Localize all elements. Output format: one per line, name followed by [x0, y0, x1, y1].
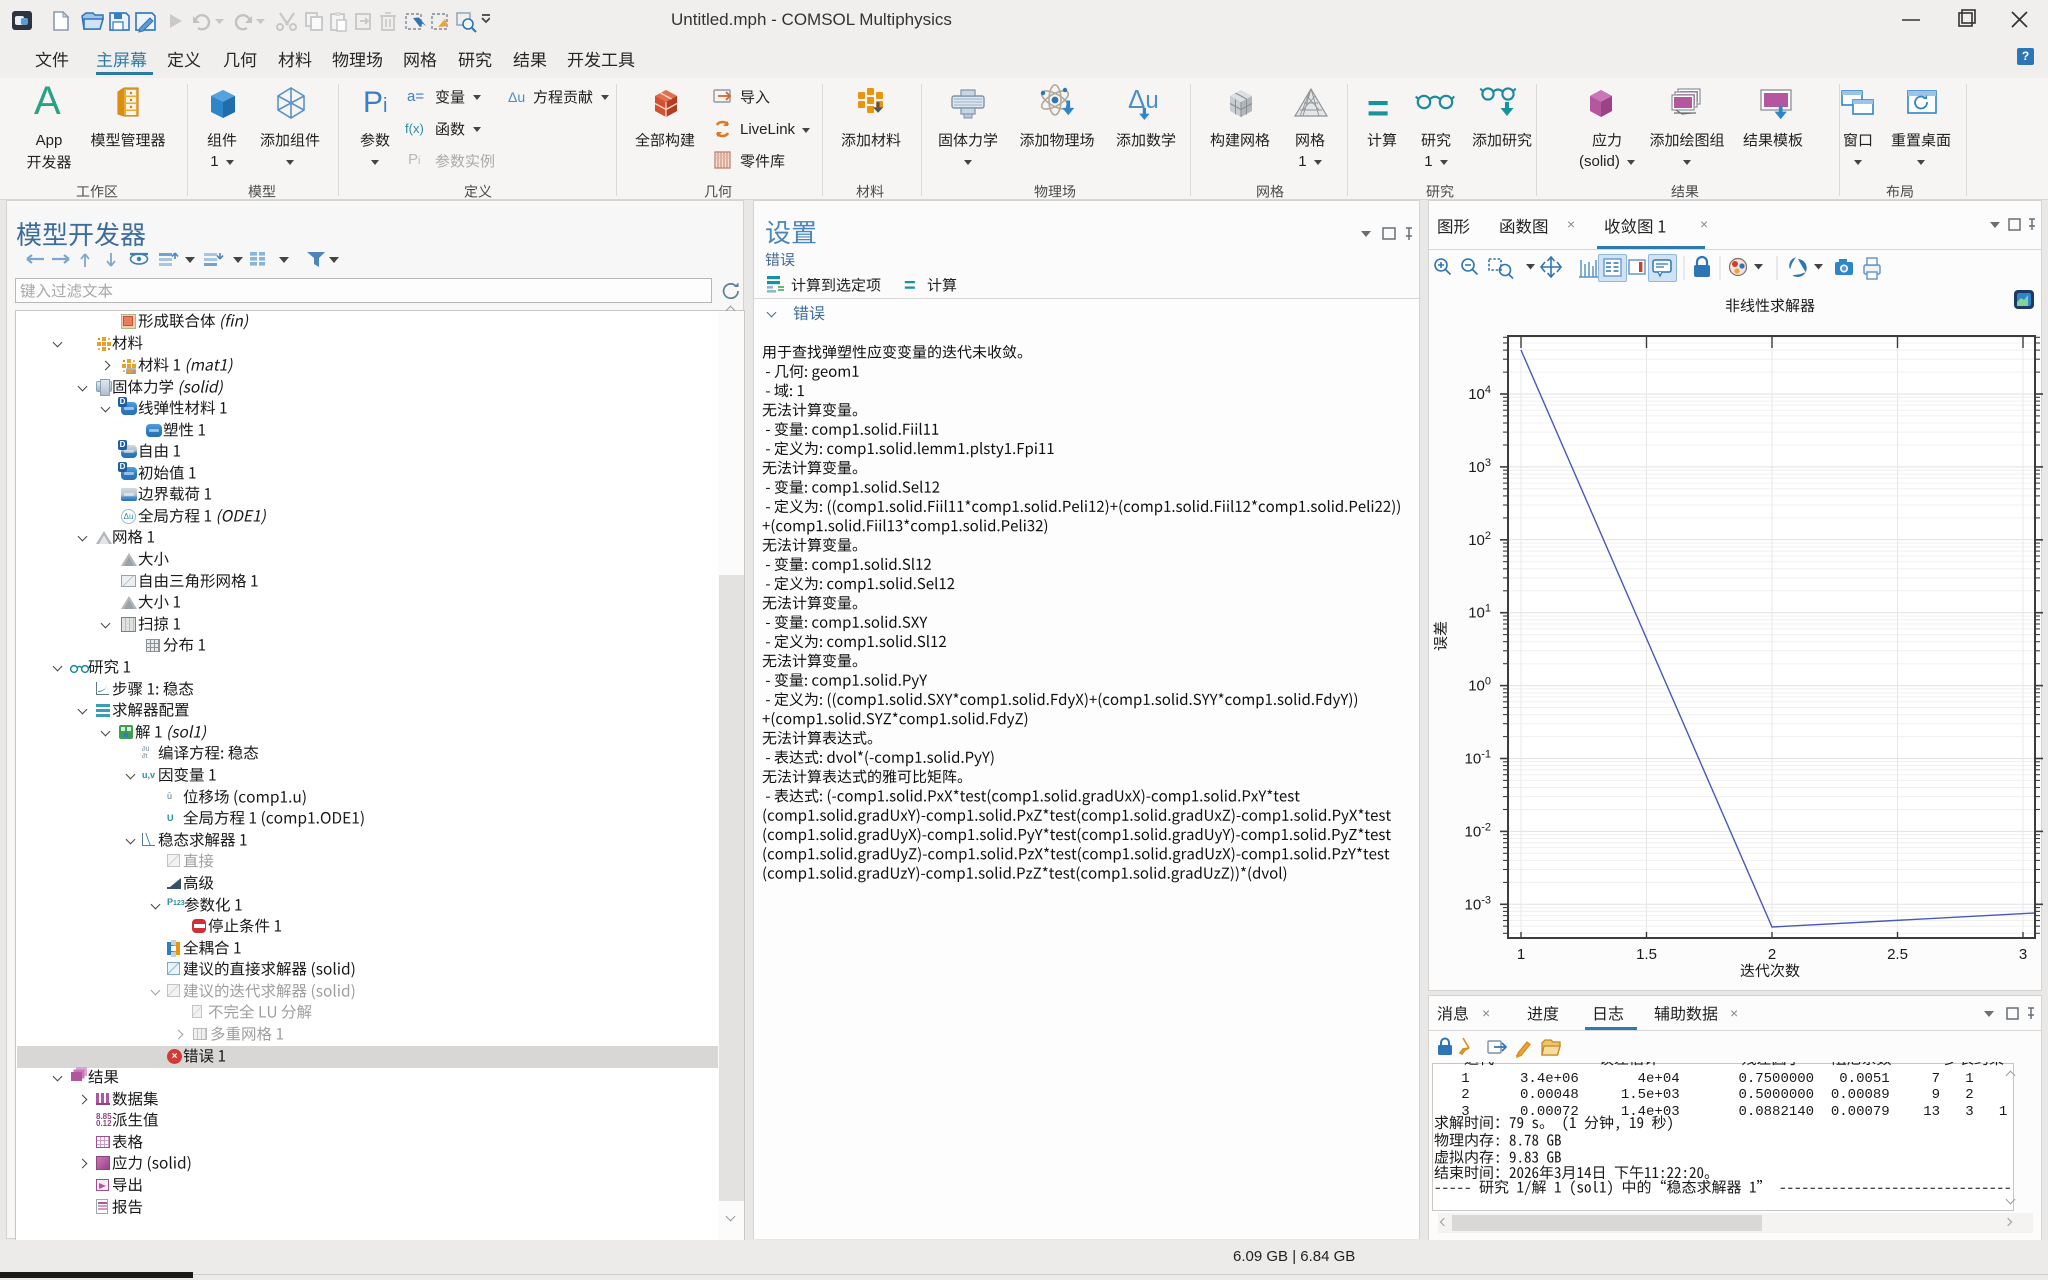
svg-text:1.5: 1.5	[1636, 946, 1657, 963]
svg-text:10-2: 10-2	[1465, 821, 1491, 840]
svg-text:100: 100	[1468, 676, 1491, 695]
svg-text:10-3: 10-3	[1465, 894, 1491, 913]
svg-text:2: 2	[1768, 946, 1776, 963]
svg-text:1: 1	[1517, 946, 1525, 963]
svg-text:101: 101	[1468, 603, 1491, 622]
svg-text:102: 102	[1468, 530, 1491, 549]
svg-text:103: 103	[1468, 457, 1491, 476]
svg-text:3: 3	[2019, 946, 2027, 963]
svg-text:104: 104	[1468, 384, 1491, 403]
svg-text:10-1: 10-1	[1465, 749, 1491, 768]
svg-text:2.5: 2.5	[1887, 946, 1908, 963]
